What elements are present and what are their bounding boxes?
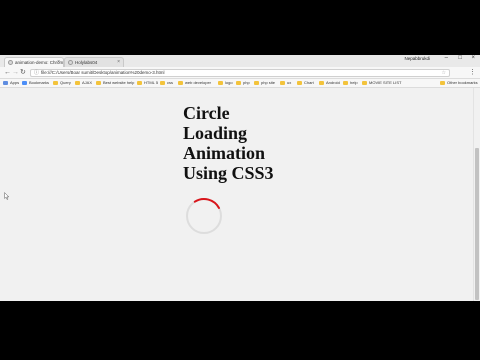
tab-title: animation-demo: Chrom [15,60,64,65]
page-icon [8,60,13,65]
tab-title: Holylabs04 [75,60,98,65]
address-bar: ← → ↻ ⓘ file:///C:/Users/Boar sumit/Desk… [0,67,480,79]
folder-icon [218,80,223,85]
bookmarks-bar: Apps Bookmarks Query AJAX Best website h… [0,79,480,88]
bookmark-web-developer[interactable]: web developer [178,80,211,86]
back-icon[interactable]: ← [4,68,11,77]
folder-icon [280,80,285,85]
bookmark-apps[interactable]: Apps [3,80,19,86]
info-icon[interactable]: ⓘ [34,70,39,76]
scrollbar-thumb[interactable] [475,148,479,300]
bookmark-android[interactable]: Android [319,80,340,86]
close-icon[interactable]: × [57,58,60,67]
bookmark-css[interactable]: css [160,80,173,86]
forward-icon[interactable]: → [12,68,19,77]
folder-icon [96,80,101,85]
page-icon [68,60,73,65]
heading-line: Loading [183,123,248,143]
heading-line: Using CSS3 [183,163,274,183]
bookmark-star-icon[interactable]: ☆ [442,70,446,76]
folder-icon [178,80,183,85]
heading-line: Animation [183,143,266,163]
tab-holylabs[interactable]: Holylabs04 × [64,57,124,67]
bookmark-logo[interactable]: logo [218,80,233,86]
bookmark-other-bookmarks[interactable]: Other bookmarks [440,80,478,86]
folder-icon [440,80,445,85]
tab-animation-demo[interactable]: animation-demo: Chrom × [4,57,64,67]
folder-icon [236,80,241,85]
window-close-icon[interactable]: × [471,55,475,61]
folder-icon [343,80,348,85]
vertical-scrollbar[interactable] [473,88,480,301]
browser-window: animation-demo: Chrom × Holylabs04 × Nep… [0,55,480,301]
omnibox[interactable]: ⓘ file:///C:/Users/Boar sumit/Desktop/an… [30,69,450,77]
tab-strip: animation-demo: Chrom × Holylabs04 × Nep… [0,55,480,67]
minimize-icon[interactable]: – [445,55,448,61]
page-heading: Circle Loading Animation Using CSS3 [183,103,343,183]
maximize-icon[interactable]: □ [458,55,462,61]
folder-icon [160,80,165,85]
bookmark-bookmarks[interactable]: Bookmarks [22,80,49,86]
profile-name[interactable]: Nepabbrukdi [404,56,430,61]
reload-icon[interactable]: ↻ [20,68,26,77]
bookmark-best-website-help[interactable]: Best website help [96,80,134,86]
url-text[interactable]: file:///C:/Users/Boar sumit/Desktop/anim… [41,70,165,77]
folder-icon [362,80,367,85]
folder-icon [75,80,80,85]
bookmark-query[interactable]: Query [53,80,71,86]
folder-icon [254,80,259,85]
folder-icon [297,80,302,85]
bookmark-help[interactable]: help [343,80,358,86]
close-icon[interactable]: × [117,58,120,67]
bookmark-movie-site-list[interactable]: MOVIE SITE LIST [362,80,401,86]
apps-icon [3,80,8,85]
folder-icon [319,80,324,85]
star-icon [22,80,27,85]
spinner-arc [193,198,220,209]
bookmark-php-site[interactable]: php site [254,80,275,86]
folder-icon [137,80,142,85]
bookmark-ajax[interactable]: AJAX [75,80,92,86]
bookmark-chart[interactable]: Chart [297,80,314,86]
loading-spinner [186,198,222,234]
page-content: Circle Loading Animation Using CSS3 [0,88,473,301]
bookmark-ux[interactable]: ux [280,80,291,86]
menu-icon[interactable]: ⋮ [469,68,476,76]
folder-icon [53,80,58,85]
bookmark-php[interactable]: php [236,80,250,86]
heading-line: Circle [183,103,230,123]
bookmark-html5[interactable]: HTML 5 [137,80,158,86]
mouse-cursor-icon [4,192,10,200]
